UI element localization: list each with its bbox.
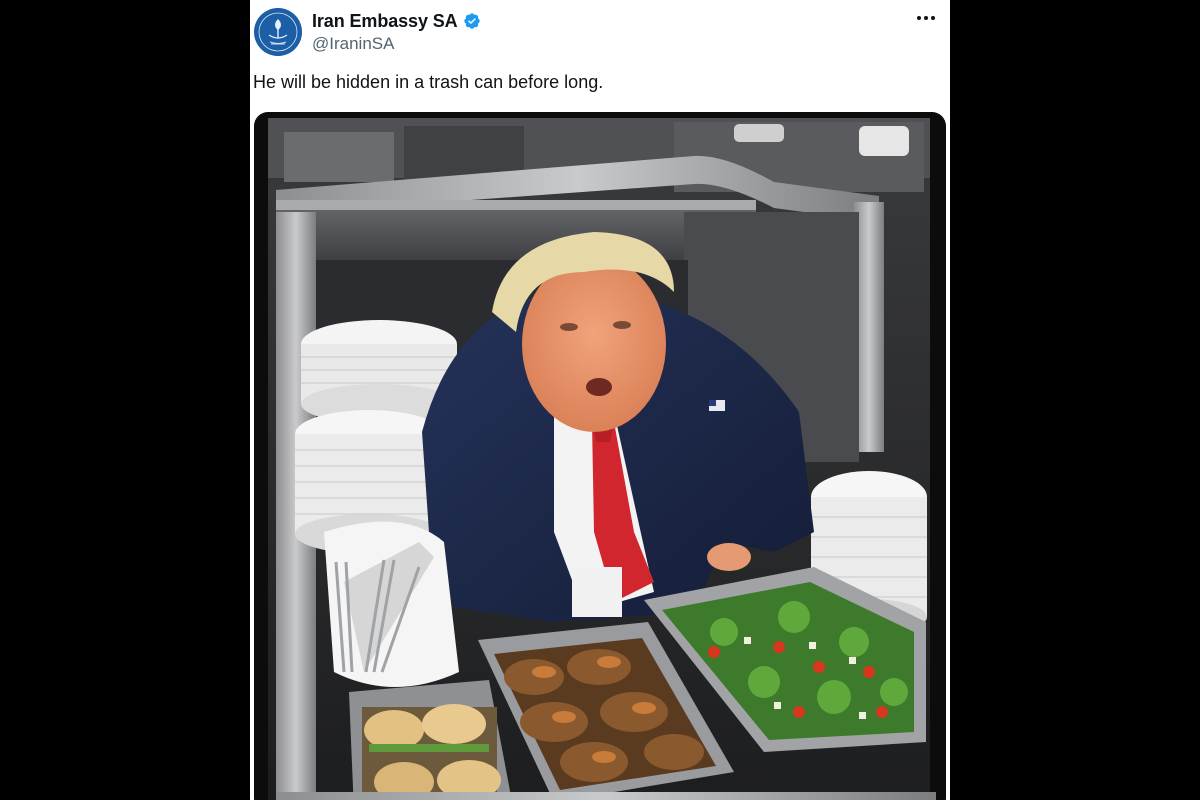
- avatar[interactable]: [254, 8, 302, 56]
- author-handle[interactable]: @IraninSA: [312, 34, 394, 54]
- tweet-media-image[interactable]: [254, 112, 946, 800]
- more-options-icon: [917, 16, 935, 20]
- author-name-row[interactable]: Iran Embassy SA: [312, 10, 481, 32]
- tweet-card: Iran Embassy SA @IraninSA He will be hid…: [250, 0, 950, 800]
- kitchen-cart-photo: [268, 118, 936, 800]
- more-options-button[interactable]: [914, 6, 938, 30]
- verified-badge-icon: [463, 12, 481, 30]
- embassy-emblem-icon: [254, 8, 302, 56]
- tweet-text: He will be hidden in a trash can before …: [253, 72, 604, 92]
- author-display-name[interactable]: Iran Embassy SA: [312, 11, 458, 32]
